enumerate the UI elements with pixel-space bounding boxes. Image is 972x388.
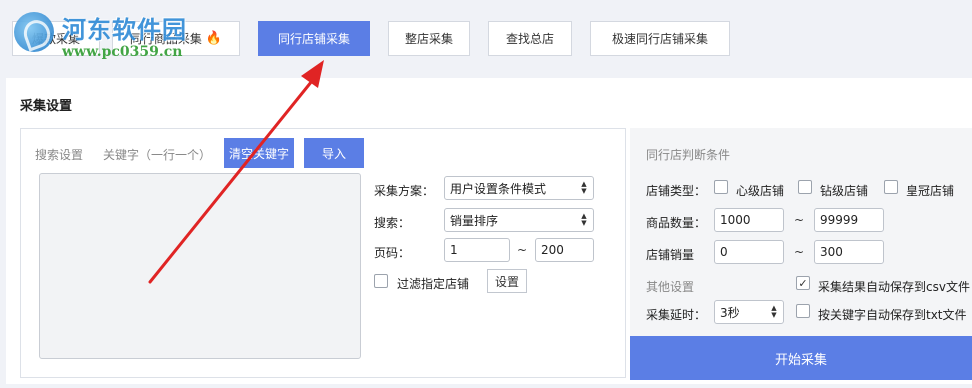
flame-icon: 🔥 bbox=[205, 31, 223, 46]
watermark-url: www.pc0359.cn bbox=[62, 44, 183, 60]
shop-sales-from-input[interactable]: 0 bbox=[714, 240, 784, 264]
shop-type-diamond-label: 钻级店铺 bbox=[820, 184, 869, 198]
shop-type-label: 店铺类型： bbox=[646, 184, 707, 198]
shop-type-crown-label: 皇冠店铺 bbox=[906, 184, 955, 198]
plan-select-value: 用户设置条件模式 bbox=[450, 181, 547, 196]
tab-fast-peer-shops[interactable]: 极速同行店铺采集 bbox=[590, 21, 730, 56]
plan-label: 采集方案： bbox=[374, 184, 435, 198]
tab-find-head-store[interactable]: 查找总店 bbox=[488, 21, 572, 56]
tab-peer-shops[interactable]: 同行店铺采集 bbox=[258, 21, 370, 56]
delay-value: 3秒 bbox=[720, 305, 740, 320]
product-count-label: 商品数量： bbox=[646, 216, 707, 230]
main-panel: 采集设置 搜索设置 关键字（一行一个） 清空关键字 导入 采集方案： 用户设置条… bbox=[6, 78, 972, 384]
criteria-title: 同行店判断条件 bbox=[646, 148, 731, 162]
page-label: 页码： bbox=[374, 246, 411, 260]
tab-label: 同行店铺采集 bbox=[277, 32, 350, 46]
peer-shop-criteria-box: 同行店判断条件 店铺类型： 心级店铺 钻级店铺 皇冠店铺 商品数量： 1000 … bbox=[630, 128, 972, 336]
auto-save-csv-checkbox[interactable]: ✓ bbox=[796, 276, 810, 290]
spinner-arrows-icon: ▲ ▼ bbox=[581, 212, 587, 227]
search-sort-value: 销量排序 bbox=[450, 213, 499, 228]
section-title: 采集设置 bbox=[20, 99, 73, 114]
delay-label: 采集延时： bbox=[646, 308, 707, 322]
search-sort-select[interactable]: 销量排序 ▲ ▼ bbox=[444, 208, 594, 232]
start-collect-button[interactable]: 开始采集 bbox=[630, 336, 972, 380]
product-count-from-input[interactable]: 1000 bbox=[714, 208, 784, 232]
page-from-input[interactable]: 1 bbox=[444, 238, 510, 262]
page-to-input[interactable]: 200 bbox=[535, 238, 594, 262]
tab-label: 整店采集 bbox=[404, 32, 453, 46]
shop-sales-label: 店铺销量 bbox=[646, 248, 695, 262]
watermark-title: 河东软件园 bbox=[62, 15, 187, 44]
search-label: 搜索： bbox=[374, 216, 411, 230]
shop-type-diamond-checkbox[interactable] bbox=[798, 180, 812, 194]
product-count-tilde: ~ bbox=[794, 213, 805, 227]
tab-whole-shop[interactable]: 整店采集 bbox=[388, 21, 470, 56]
sub-tab-keywords[interactable]: 关键字（一行一个） bbox=[103, 146, 211, 163]
shop-type-heart-label: 心级店铺 bbox=[736, 184, 785, 198]
clear-keywords-button[interactable]: 清空关键字 bbox=[224, 138, 294, 168]
save-kw-txt-label: 按关键字自动保存到txt文件 bbox=[818, 308, 967, 322]
shop-type-crown-checkbox[interactable] bbox=[884, 180, 898, 194]
spinner-arrows-icon: ▲ ▼ bbox=[581, 180, 587, 195]
shop-sales-tilde: ~ bbox=[794, 245, 805, 259]
auto-save-csv-label: 采集结果自动保存到csv文件 bbox=[818, 280, 970, 294]
filter-shops-label: 过滤指定店铺 bbox=[397, 277, 470, 291]
filter-settings-button[interactable]: 设置 bbox=[487, 269, 527, 293]
tab-label: 极速同行店铺采集 bbox=[611, 32, 708, 46]
filter-shops-checkbox[interactable] bbox=[374, 274, 388, 288]
left-settings-box: 搜索设置 关键字（一行一个） 清空关键字 导入 采集方案： 用户设置条件模式 ▲… bbox=[20, 128, 626, 378]
product-count-to-input[interactable]: 99999 bbox=[814, 208, 884, 232]
watermark-logo-icon bbox=[14, 12, 54, 52]
spinner-arrows-icon: ▲ ▼ bbox=[771, 304, 777, 319]
delay-select[interactable]: 3秒 ▲ ▼ bbox=[714, 300, 784, 324]
tab-label: 查找总店 bbox=[505, 32, 554, 46]
sub-tab-search-settings[interactable]: 搜索设置 bbox=[35, 146, 83, 163]
import-button[interactable]: 导入 bbox=[304, 138, 364, 168]
shop-sales-to-input[interactable]: 300 bbox=[814, 240, 884, 264]
save-kw-txt-checkbox[interactable] bbox=[796, 304, 810, 318]
keywords-textarea[interactable] bbox=[39, 173, 361, 359]
shop-type-heart-checkbox[interactable] bbox=[714, 180, 728, 194]
other-settings-label: 其他设置 bbox=[646, 280, 695, 294]
check-icon: ✓ bbox=[798, 276, 808, 290]
plan-select[interactable]: 用户设置条件模式 ▲ ▼ bbox=[444, 176, 594, 200]
page-range-tilde: ~ bbox=[517, 243, 528, 257]
